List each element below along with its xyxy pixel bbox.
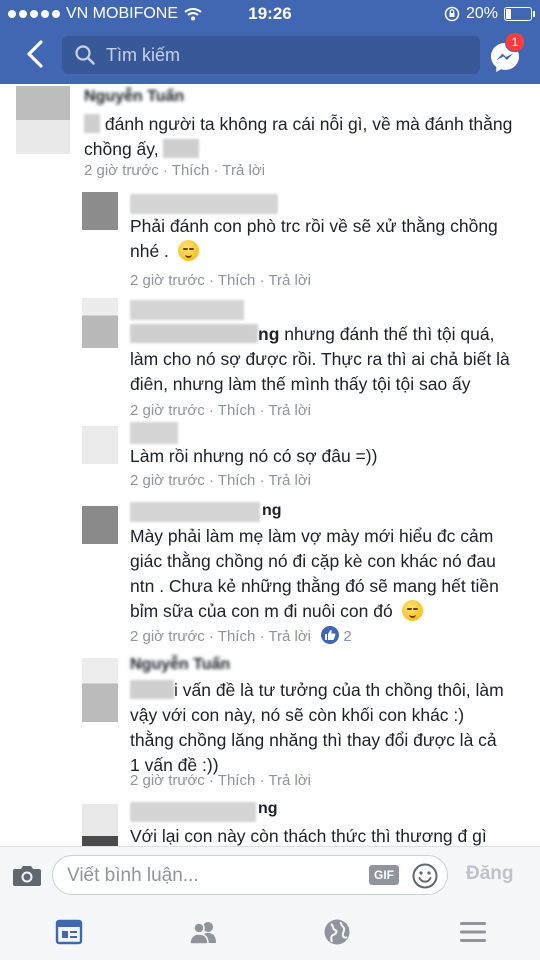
avatar[interactable] <box>82 192 118 230</box>
commenter-name[interactable]: ng <box>262 502 282 520</box>
sticker-icon[interactable] <box>411 862 439 890</box>
menu-icon[interactable] <box>458 917 488 947</box>
comment-meta: 2 giờ trước · Thích · Trả lời <box>130 772 311 789</box>
top-bar: VN MOBIFONE 19:26 20% Tìm kiếm 1 <box>0 0 540 84</box>
like-link[interactable]: Thích <box>218 772 256 789</box>
like-link[interactable]: Thích <box>218 402 256 419</box>
comment-meta: 2 giờ trước · Thích · Trả lời <box>130 472 311 489</box>
comment-time: 2 giờ trước <box>130 272 205 289</box>
back-icon[interactable] <box>22 38 50 70</box>
comment-meta: 2 giờ trước · Thích · Trả lời <box>130 272 311 289</box>
redacted-name <box>130 194 278 214</box>
comment-text: ng nhưng đánh thế thì tội quá, làm cho n… <box>130 322 520 397</box>
redacted-name <box>130 802 256 822</box>
avatar[interactable] <box>82 298 118 348</box>
camera-icon[interactable] <box>12 863 42 887</box>
like-link[interactable]: Thích <box>218 628 256 645</box>
comment-text-part: đánh người ta không ra cái nỗi gì, về mà… <box>84 114 513 159</box>
avatar[interactable] <box>82 658 118 722</box>
comment-text-part: i vấn đề là tư tưởng của th chồng thôi, … <box>130 680 504 775</box>
reply-link[interactable]: Trả lời <box>268 772 311 789</box>
smirk-emoji-icon <box>177 240 199 261</box>
search-bar[interactable] <box>62 36 480 74</box>
mention-fragment: ng <box>258 324 280 344</box>
reply-link[interactable]: Trả lời <box>268 628 311 645</box>
comment-time: 2 giờ trước <box>130 402 205 419</box>
redacted-text <box>130 324 258 343</box>
globe-icon[interactable] <box>322 917 352 947</box>
avatar[interactable] <box>82 804 118 846</box>
reply-link[interactable]: Trả lời <box>268 402 311 419</box>
reply-comment: Nguyễn Tuấn i vấn đề là tư tưởng của th … <box>0 648 540 794</box>
like-link[interactable]: Thích <box>172 162 210 179</box>
reply-link[interactable]: Trả lời <box>222 162 265 179</box>
avatar[interactable] <box>82 426 118 464</box>
search-input[interactable] <box>104 43 468 67</box>
comment-text: Mày phải làm mẹ làm vợ mày mới hiểu đc c… <box>130 524 522 624</box>
post-button[interactable]: Đăng <box>466 863 514 885</box>
commenter-name[interactable]: Nguyễn Tuấn <box>130 656 230 674</box>
like-count[interactable]: 2 <box>343 628 351 645</box>
battery-group: 20% <box>444 5 535 23</box>
comment-text-part: Mày phải làm mẹ làm vợ mày mới hiểu đc c… <box>130 526 499 621</box>
avatar[interactable] <box>16 86 70 154</box>
gif-button[interactable]: GIF <box>369 865 399 885</box>
comment-composer: GIF Đăng <box>0 846 540 904</box>
comment-text: Phải đánh con phò trc rồi về sẽ xử thằng… <box>130 214 510 264</box>
battery-percent: 20% <box>465 5 498 22</box>
comment-time: 2 giờ trước <box>130 772 205 789</box>
comment-input-wrapper[interactable]: GIF <box>52 855 448 895</box>
like-link[interactable]: Thích <box>218 272 256 289</box>
reply-link[interactable]: Trả lời <box>268 272 311 289</box>
commenter-name[interactable]: ng <box>258 800 278 818</box>
reply-comment: Phải đánh con phò trc rồi về sẽ xử thằng… <box>0 188 540 296</box>
redacted-name <box>130 300 244 320</box>
comment-text: Làm rồi nhưng nó có sợ đâu =)) <box>130 444 520 469</box>
comment-text: đánh người ta không ra cái nỗi gì, về mà… <box>84 112 524 162</box>
comment-time: 2 giờ trước <box>84 162 159 179</box>
bottom-tab-bar <box>0 903 540 960</box>
redacted-name <box>130 422 178 444</box>
comment-text: Với lại con này còn thách thức thì thươn… <box>130 824 520 846</box>
comment-thread[interactable]: Nguyễn Tuấn đánh người ta không ra cái n… <box>0 84 540 846</box>
comment-time: 2 giờ trước <box>130 472 205 489</box>
status-bar: VN MOBIFONE 19:26 20% <box>0 0 540 28</box>
comment-input[interactable] <box>65 864 359 888</box>
comment-time: 2 giờ trước <box>130 628 205 645</box>
battery-icon <box>504 7 535 21</box>
comment-meta: 2 giờ trước · Thích · Trả lời <box>130 402 311 419</box>
reply-comment: ng nhưng đánh thế thì tội quá, làm cho n… <box>0 296 540 420</box>
avatar[interactable] <box>82 506 118 544</box>
comment-meta: 2 giờ trước · Thích · Trả lời <box>84 162 265 179</box>
comment-text-part: Làm rồi nhưng nó có sợ đâu =)) <box>130 446 378 466</box>
like-reaction-icon[interactable] <box>321 626 340 644</box>
reply-comment: Làm rồi nhưng nó có sợ đâu =)) 2 giờ trư… <box>0 420 540 498</box>
news-feed-icon[interactable] <box>54 917 84 947</box>
comment: Nguyễn Tuấn đánh người ta không ra cái n… <box>0 84 540 188</box>
redacted-name <box>130 502 260 522</box>
reply-link[interactable]: Trả lời <box>268 472 311 489</box>
comment-meta: 2 giờ trước · Thích · Trả lời 2 <box>130 626 352 645</box>
comment-text-part: Với lại con này còn thách thức thì thươn… <box>130 826 487 846</box>
comment-text: i vấn đề là tư tưởng của th chồng thôi, … <box>130 678 510 778</box>
messenger-badge: 1 <box>505 32 525 52</box>
reply-comment: ng Mày phải làm mẹ làm vợ mày mới hiểu đ… <box>0 498 540 648</box>
commenter-name[interactable]: Nguyễn Tuấn <box>84 88 184 106</box>
redacted-text <box>130 680 174 699</box>
friends-icon[interactable] <box>188 917 218 947</box>
reply-comment: ng Với lại con này còn thách thức thì th… <box>0 794 540 846</box>
search-icon <box>75 45 95 65</box>
redacted-text <box>163 139 200 158</box>
rotation-lock-icon <box>444 6 460 22</box>
like-link[interactable]: Thích <box>218 472 256 489</box>
redacted-text <box>84 114 100 133</box>
relieved-emoji-icon <box>401 600 423 621</box>
